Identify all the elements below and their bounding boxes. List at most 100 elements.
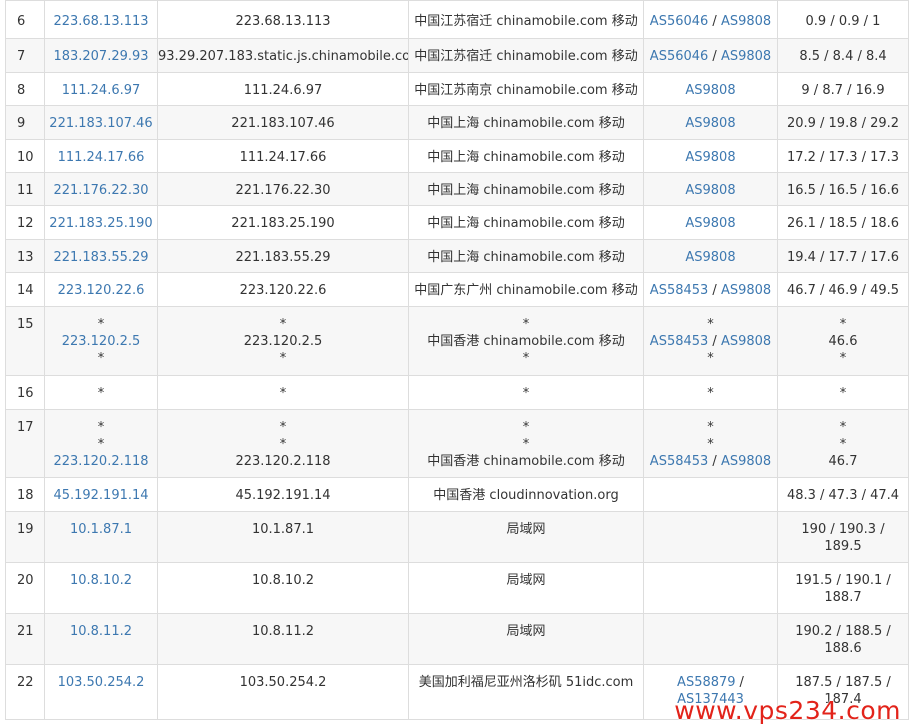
asn-line: AS9808 [645,149,777,166]
hostname-cell: 93.29.207.183.static.js.chinamobile.com [157,38,409,73]
asn-separator: * [707,386,714,401]
asn-cell[interactable]: * [643,375,778,410]
ip-cell[interactable]: 10.8.11.2 [44,613,158,665]
location: 中国上海 chinamobile.com 移动 [427,250,625,265]
hostname: 221.183.25.190 [231,216,335,231]
asn-line: AS56046 / AS9808 [645,48,777,65]
asn-line: AS56046 / AS9808 [645,13,777,30]
ip-cell[interactable]: 221.183.55.29 [44,239,158,273]
ip-cell[interactable]: 221.183.107.46 [44,105,158,140]
ip-cell[interactable]: 223.120.22.6 [44,272,158,307]
asn-cell[interactable]: AS56046 / AS9808 [643,0,778,39]
asn-cell[interactable] [643,511,778,563]
asn-cell[interactable]: AS58453 / AS9808 [643,272,778,307]
ip-link[interactable]: 10.1.87.1 [46,521,157,538]
asn-link[interactable]: AS9808 [685,183,735,198]
hostname: 111.24.6.97 [243,83,323,98]
asn-line: AS9808 [645,115,777,132]
location-cell: 局域网 [408,613,644,665]
hostname-cell: 223.120.22.6 [157,272,409,307]
asn-cell[interactable]: AS9808 [643,72,778,106]
ip-link[interactable]: 223.68.13.113 [46,13,157,30]
latency: 46.7 [828,454,858,469]
ip-link[interactable]: 111.24.17.66 [46,149,157,166]
asn-cell[interactable]: * * AS58453 / AS9808 [643,409,778,478]
asn-link[interactable]: AS58453 [650,283,709,298]
ip-cell[interactable]: 223.68.13.113 [44,0,158,39]
ip-cell[interactable]: 103.50.254.2 [44,664,158,720]
latency-cell: 20.9 / 19.8 / 29.2 [777,105,909,140]
hop-number-text: 22 [17,675,34,690]
ip-cell[interactable]: 10.1.87.1 [44,511,158,563]
asn-cell[interactable]: AS9808 [643,139,778,173]
asn-link[interactable]: AS9808 [685,150,735,165]
latency-cell: 8.5 / 8.4 / 8.4 [777,38,909,73]
ip-cell[interactable]: * * 223.120.2.118 [44,409,158,478]
asn-separator: * [707,351,714,366]
asn-link[interactable]: AS9808 [685,216,735,231]
asn-cell[interactable] [643,613,778,665]
ip-link[interactable]: 221.176.22.30 [46,182,157,199]
asn-cell[interactable]: AS9808 [643,205,778,240]
hop-number-text: 15 [17,317,34,332]
location: * [522,420,530,435]
ip-link[interactable]: 223.120.2.118 [46,453,157,470]
asn-cell[interactable]: AS56046 / AS9808 [643,38,778,73]
ip-link[interactable]: 221.183.25.190 [46,215,157,232]
asn-link[interactable]: AS9808 [685,250,735,265]
asn-link[interactable]: AS9808 [685,83,735,98]
asn-link[interactable]: AS58879 [677,675,736,690]
ip-cell[interactable]: * [44,375,158,410]
asn-link[interactable]: AS9808 [685,116,735,131]
asn-link[interactable]: AS56046 [650,49,709,64]
table-row: 10 111.24.17.66 111.24.17.66 中国上海 chinamobi… [5,139,909,173]
asn-cell[interactable] [643,477,778,512]
ip-link[interactable]: 10.8.11.2 [46,623,157,640]
ip-cell[interactable]: 183.207.29.93 [44,38,158,73]
ip-link[interactable]: 221.183.55.29 [46,249,157,266]
asn-link[interactable]: AS9808 [721,283,771,298]
watermark: www.vps234.com [674,696,901,725]
hostname: * [279,317,287,332]
asn-link[interactable]: AS9808 [721,454,771,469]
hop-number: 13 [5,239,45,273]
no-reply-marker: * [97,386,105,401]
latency-cell: * * 46.7 [777,409,909,478]
hostname-cell: 45.192.191.14 [157,477,409,512]
ip-link[interactable]: 111.24.6.97 [46,82,157,99]
asn-link[interactable]: AS58453 [650,334,709,349]
ip-cell[interactable]: 45.192.191.14 [44,477,158,512]
ip-link[interactable]: 221.183.107.46 [46,115,157,132]
table-row: 8 111.24.6.97 111.24.6.97 中国江苏南京 chinamobil… [5,72,909,106]
asn-cell[interactable]: AS9808 [643,239,778,273]
asn-link[interactable]: AS9808 [721,334,771,349]
ip-link[interactable]: 183.207.29.93 [46,48,157,65]
location: * [522,351,530,366]
asn-link[interactable]: AS58453 [650,454,709,469]
ip-cell[interactable]: 10.8.10.2 [44,562,158,614]
asn-cell[interactable]: AS9808 [643,105,778,140]
ip-link[interactable]: 10.8.10.2 [46,572,157,589]
ip-cell[interactable]: 111.24.6.97 [44,72,158,106]
ip-cell[interactable]: 221.176.22.30 [44,172,158,206]
ip-link[interactable]: 45.192.191.14 [46,487,157,504]
asn-cell[interactable] [643,562,778,614]
asn-link[interactable]: AS56046 [650,14,709,29]
latency-cell: 0.9 / 0.9 / 1 [777,0,909,39]
asn-cell[interactable]: * AS58453 / AS9808 * [643,306,778,376]
ip-cell[interactable]: 111.24.17.66 [44,139,158,173]
ip-link[interactable]: 103.50.254.2 [46,674,157,691]
asn-line: * [645,316,777,333]
asn-link[interactable]: AS9808 [721,49,771,64]
ip-link[interactable]: 223.120.22.6 [46,282,157,299]
latency: * [839,386,847,401]
hostname: 221.176.22.30 [235,183,331,198]
asn-link[interactable]: AS9808 [721,14,771,29]
location: 中国香港 cloudinnovation.org [433,488,619,503]
hostname-cell: 10.1.87.1 [157,511,409,563]
ip-cell[interactable]: * 223.120.2.5 * [44,306,158,376]
ip-cell[interactable]: 221.183.25.190 [44,205,158,240]
ip-link[interactable]: 223.120.2.5 [46,333,157,350]
asn-cell[interactable]: AS9808 [643,172,778,206]
table-row: 19 10.1.87.1 10.1.87.1 局域网 190 / 190.3 / 189.… [5,511,909,563]
